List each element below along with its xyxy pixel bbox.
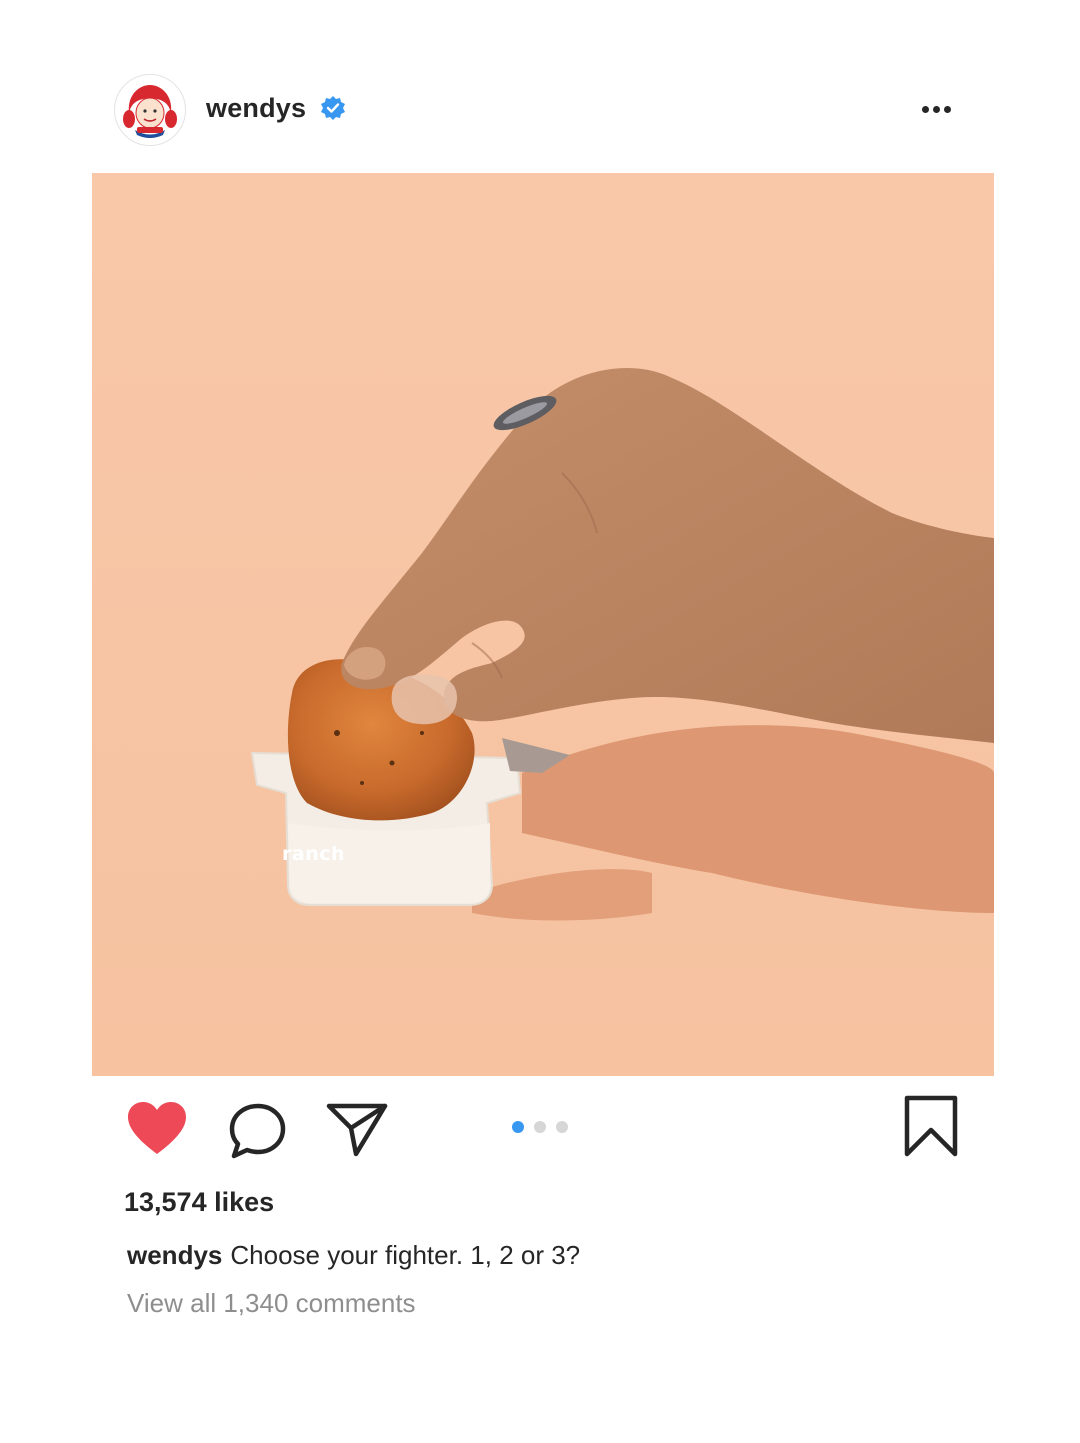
comment-bubble-icon[interactable]: [228, 1102, 288, 1160]
photo-label-ranch: ranch: [282, 843, 346, 865]
chicken-nugget-ranch-photo: [92, 173, 994, 1076]
avatar[interactable]: [114, 74, 186, 146]
carousel-indicator: [512, 1118, 578, 1133]
wendys-logo-icon: [117, 77, 183, 143]
post-username[interactable]: wendys: [206, 93, 306, 124]
view-all-comments-link[interactable]: View all 1,340 comments: [127, 1288, 416, 1319]
carousel-dot-1: [512, 1120, 524, 1133]
caption-text: Choose your fighter. 1, 2 or 3?: [230, 1240, 581, 1270]
paper-plane-icon[interactable]: [326, 1102, 388, 1158]
bookmark-icon[interactable]: [902, 1094, 960, 1158]
caption-username[interactable]: wendys: [127, 1240, 222, 1270]
more-options-icon[interactable]: [914, 96, 958, 124]
heart-icon[interactable]: [126, 1100, 188, 1156]
verified-badge-icon: [321, 96, 345, 120]
carousel-dot-3: [556, 1120, 568, 1133]
post-caption: wendys Choose your fighter. 1, 2 or 3?: [127, 1240, 580, 1271]
likes-count[interactable]: 13,574 likes: [124, 1187, 274, 1218]
post-header: wendys: [0, 0, 1080, 172]
carousel-dot-2: [534, 1120, 546, 1133]
post-image[interactable]: ranch: [92, 173, 994, 1076]
